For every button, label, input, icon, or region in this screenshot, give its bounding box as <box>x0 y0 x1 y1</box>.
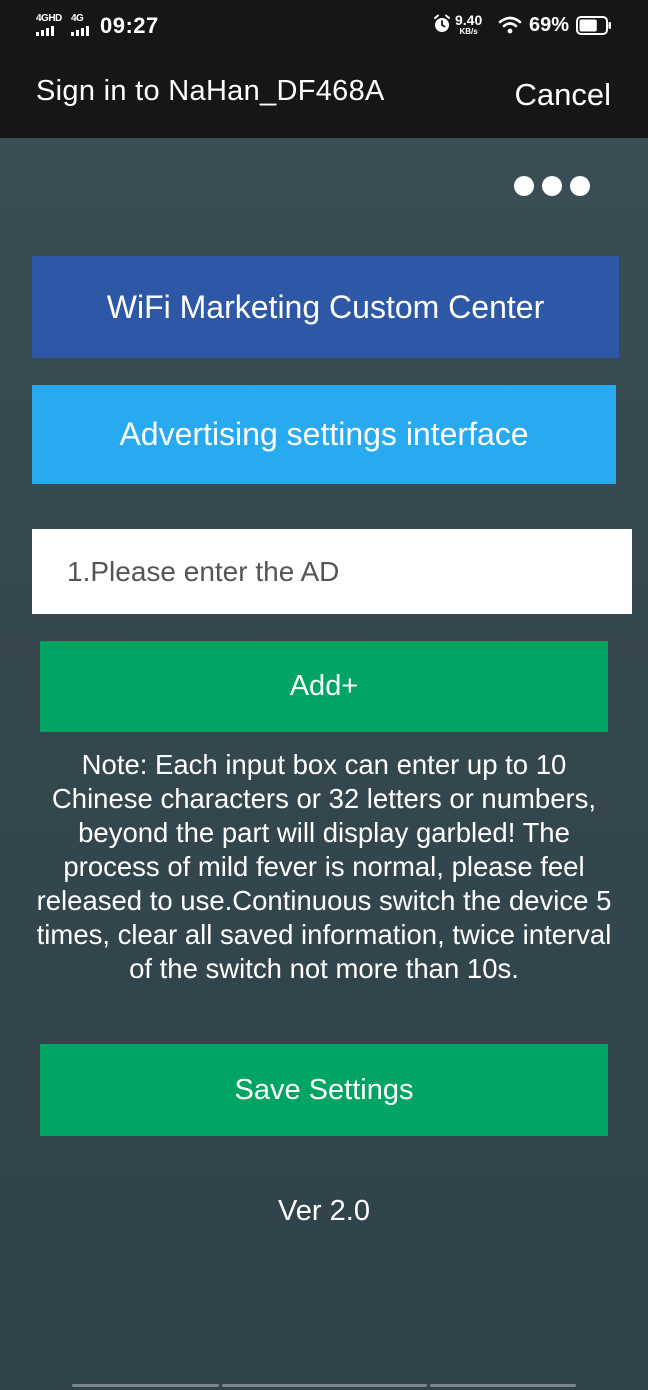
signal-2-label: 4G <box>71 13 84 24</box>
page-title: Sign in to NaHan_DF468A <box>36 75 385 107</box>
network-speed: 9.40 KB/s <box>455 13 482 36</box>
dot <box>542 176 562 196</box>
nav-indicator <box>72 1384 219 1387</box>
battery-icon <box>576 16 611 35</box>
advertising-settings-banner: Advertising settings interface <box>32 385 616 484</box>
signal-bars-icon <box>71 26 89 36</box>
signal-bars-icon <box>36 26 62 36</box>
cancel-button[interactable]: Cancel <box>515 77 612 113</box>
dot <box>514 176 534 196</box>
signal-indicator-2: 4G <box>71 14 89 36</box>
network-speed-value: 9.40 <box>455 12 483 28</box>
title-bar: Sign in to NaHan_DF468A Cancel <box>0 52 648 138</box>
add-button[interactable]: Add+ <box>40 641 608 732</box>
nav-indicator <box>430 1384 576 1387</box>
wifi-icon <box>498 16 522 34</box>
ad-input[interactable] <box>32 529 632 614</box>
save-settings-button[interactable]: Save Settings <box>40 1044 608 1136</box>
battery-percent: 69% <box>529 14 570 36</box>
note-text: Note: Each input box can enter up to 10 … <box>36 749 612 984</box>
portal-content: WiFi Marketing Custom Center Advertising… <box>0 138 648 1390</box>
network-speed-unit: KB/s <box>459 27 478 36</box>
dot <box>570 176 590 196</box>
marketing-center-banner: WiFi Marketing Custom Center <box>32 256 619 358</box>
status-bar: 4GHD 4G 09:27 9.40 KB/s 69% <box>0 0 648 52</box>
status-time: 09:27 <box>100 13 159 38</box>
version-label: Ver 2.0 <box>278 1195 370 1227</box>
signal-1-label: 4GHD <box>36 13 62 24</box>
signal-indicator-1: 4GHD <box>36 14 62 36</box>
more-options-icon[interactable] <box>514 176 590 196</box>
alarm-icon <box>434 14 450 32</box>
nav-indicator <box>222 1384 427 1387</box>
screen: 4GHD 4G 09:27 9.40 KB/s 69% Sign in to N… <box>0 0 648 1390</box>
